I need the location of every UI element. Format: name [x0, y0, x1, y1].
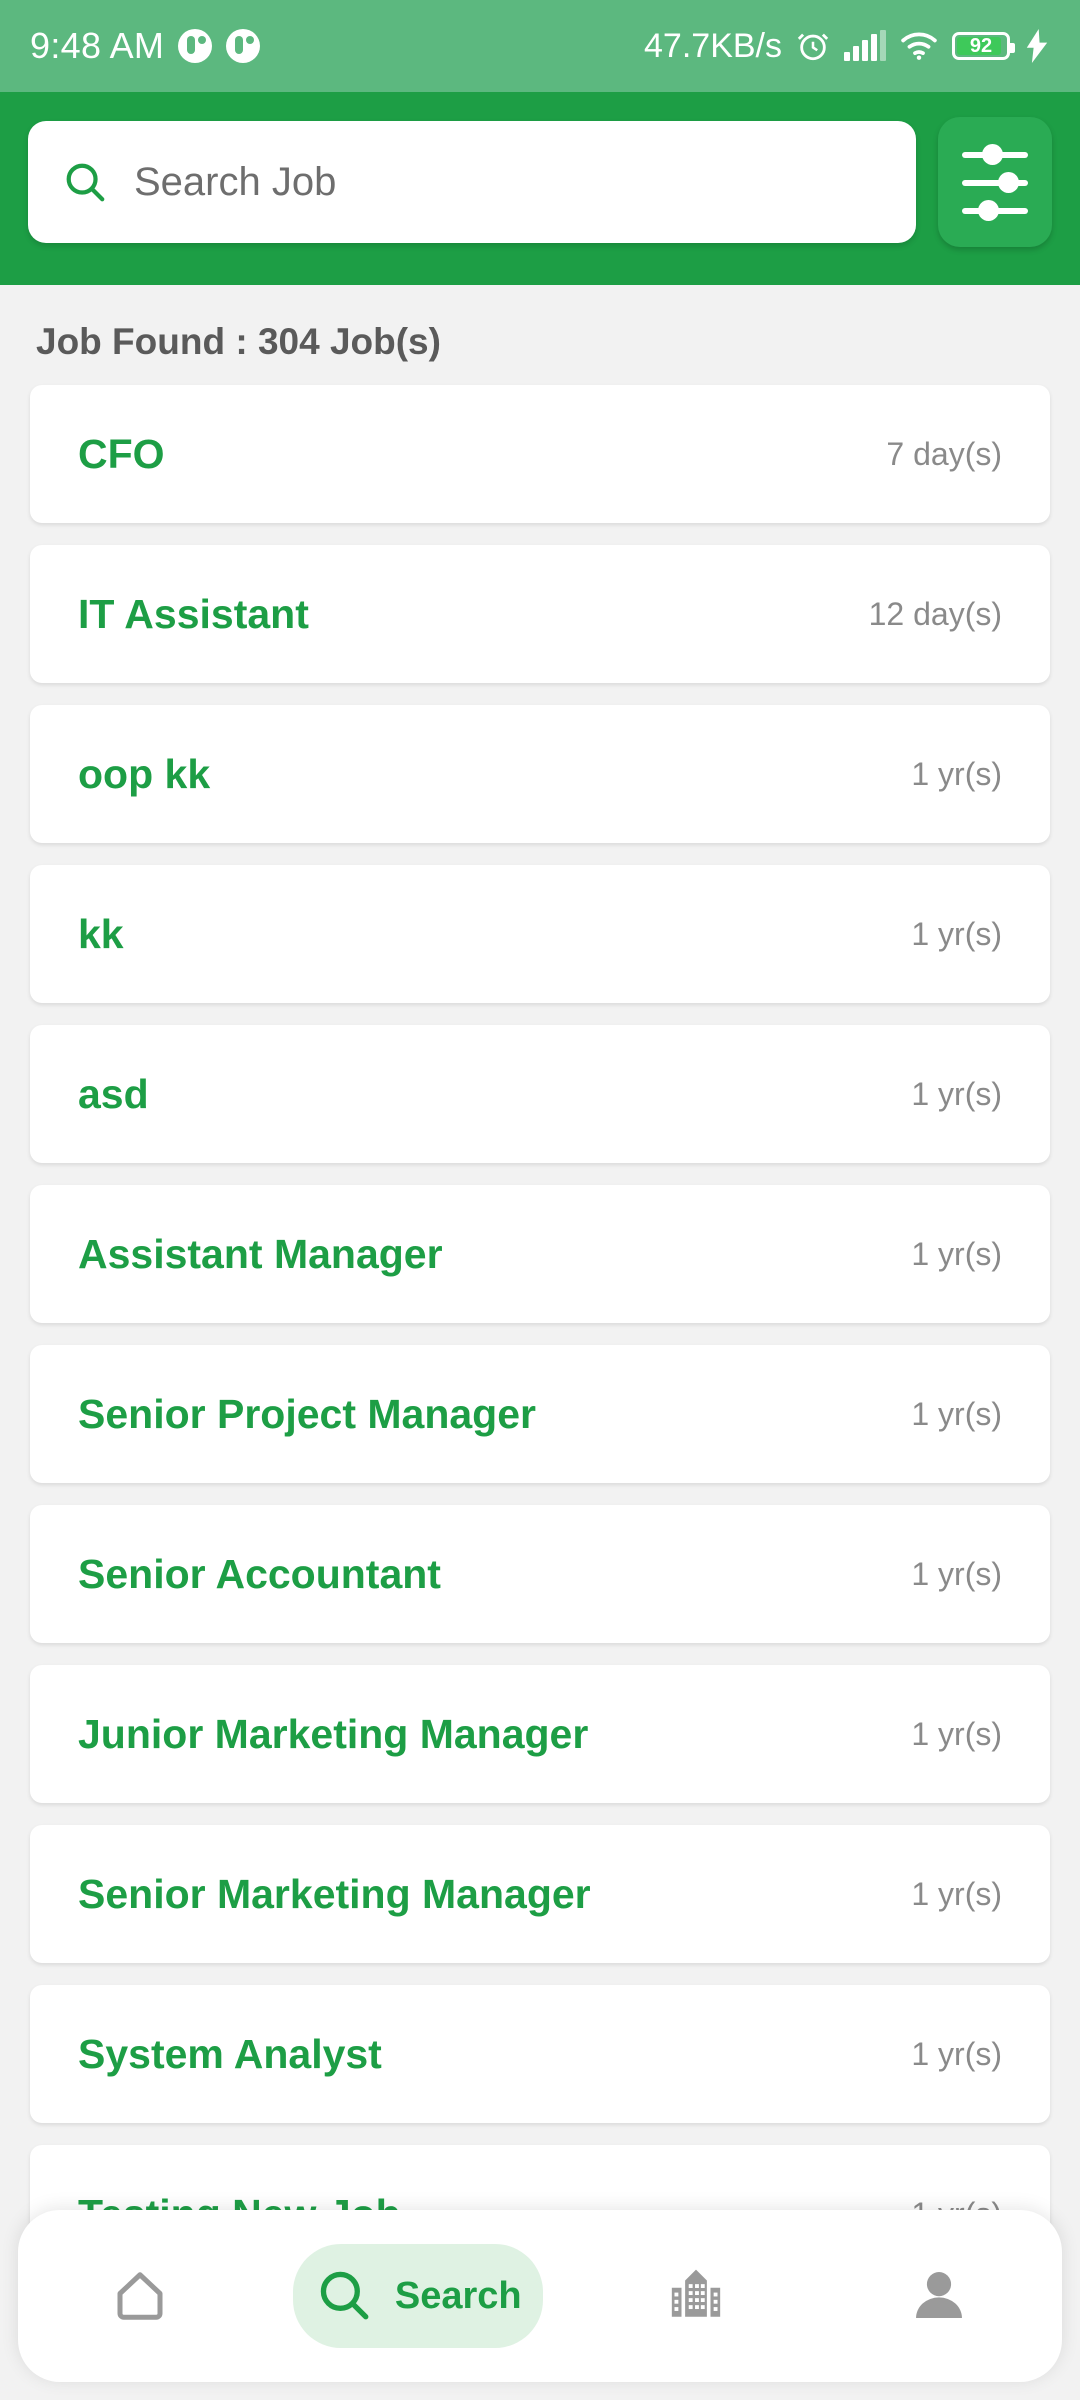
job-age: 1 yr(s): [911, 1395, 1002, 1432]
status-time: 9:48 AM: [30, 25, 165, 66]
app-notification-icon: [226, 29, 261, 63]
job-age: 12 day(s): [868, 595, 1002, 632]
job-card[interactable]: kk 1 yr(s): [30, 865, 1050, 1003]
signal-bars-icon: [844, 30, 886, 61]
battery-level-label: 92: [969, 34, 993, 57]
status-bar-right: 47.7KB/s 92: [644, 27, 1050, 66]
search-icon: [62, 159, 108, 205]
wifi-icon: [900, 31, 938, 61]
job-title: Assistant Manager: [78, 1230, 443, 1277]
job-card[interactable]: System Analyst 1 yr(s): [30, 1985, 1050, 2123]
job-title: Senior Project Manager: [78, 1390, 536, 1437]
job-card[interactable]: CFO 7 day(s): [30, 385, 1050, 523]
job-title: kk: [78, 910, 124, 957]
job-age: 1 yr(s): [911, 1555, 1002, 1592]
job-card[interactable]: asd 1 yr(s): [30, 1025, 1050, 1163]
charging-bolt-icon: [1024, 29, 1050, 63]
job-title: CFO: [78, 430, 165, 477]
search-header: [0, 92, 1080, 285]
home-icon: [110, 2266, 170, 2326]
search-row: [28, 117, 1052, 247]
nav-item-search[interactable]: Search: [293, 2244, 544, 2348]
job-age: 1 yr(s): [911, 1235, 1002, 1272]
job-age: 1 yr(s): [911, 1875, 1002, 1912]
job-card[interactable]: Junior Marketing Manager 1 yr(s): [30, 1665, 1050, 1803]
search-input[interactable]: [134, 159, 882, 205]
search-icon: [315, 2266, 375, 2326]
app-screen: 9:48 AM 47.7KB/s 92 Search Job Job Found…: [0, 0, 1080, 2400]
nav-item-profile[interactable]: [850, 2244, 1030, 2348]
job-card[interactable]: Senior Marketing Manager 1 yr(s): [30, 1825, 1050, 1963]
alarm-icon: [796, 29, 830, 63]
battery-icon: 92: [952, 32, 1015, 60]
status-bar-left: 9:48 AM: [30, 25, 261, 67]
person-profile-icon: [910, 2266, 970, 2326]
job-age: 1 yr(s): [911, 1075, 1002, 1112]
filter-slider-row: [962, 143, 1028, 165]
app-notification-icon: [178, 29, 213, 63]
filter-button[interactable]: [938, 117, 1052, 247]
job-card[interactable]: oop kk 1 yr(s): [30, 705, 1050, 843]
job-results-panel: Job Found : 304 Job(s) CFO 7 day(s) IT Ass…: [0, 285, 1080, 2400]
job-title: IT Assistant: [78, 590, 309, 637]
job-title: Junior Marketing Manager: [78, 1710, 589, 1757]
job-card[interactable]: IT Assistant 12 day(s): [30, 545, 1050, 683]
filter-slider-row: [962, 199, 1028, 221]
filter-slider-row: [962, 171, 1028, 193]
nav-item-search-label: Search: [394, 2274, 522, 2317]
job-age: 1 yr(s): [911, 2035, 1002, 2072]
job-age: 1 yr(s): [911, 1715, 1002, 1752]
job-title: Senior Accountant: [78, 1550, 441, 1597]
bottom-navigation-bar: Search: [18, 2210, 1062, 2382]
building-company-icon: [667, 2266, 727, 2326]
job-list[interactable]: CFO 7 day(s) IT Assistant 12 day(s) oop kk 1 …: [0, 385, 1080, 2283]
nav-item-companies[interactable]: [607, 2244, 787, 2348]
network-speed-label: 47.7KB/s: [644, 26, 782, 65]
result-count-label: Job Found : 304 Job(s): [36, 321, 441, 362]
job-card[interactable]: Assistant Manager 1 yr(s): [30, 1185, 1050, 1323]
job-title: asd: [78, 1070, 149, 1117]
job-title: oop kk: [78, 750, 211, 797]
job-title: Senior Marketing Manager: [78, 1870, 591, 1917]
job-age: 1 yr(s): [911, 915, 1002, 952]
job-card[interactable]: Senior Project Manager 1 yr(s): [30, 1345, 1050, 1483]
status-bar: 9:48 AM 47.7KB/s 92: [0, 0, 1080, 92]
job-age: 7 day(s): [886, 435, 1002, 472]
job-age: 1 yr(s): [911, 755, 1002, 792]
job-card[interactable]: Senior Accountant 1 yr(s): [30, 1505, 1050, 1643]
nav-item-home[interactable]: [50, 2244, 230, 2348]
search-box[interactable]: [28, 121, 916, 243]
job-title: System Analyst: [78, 2030, 382, 2077]
